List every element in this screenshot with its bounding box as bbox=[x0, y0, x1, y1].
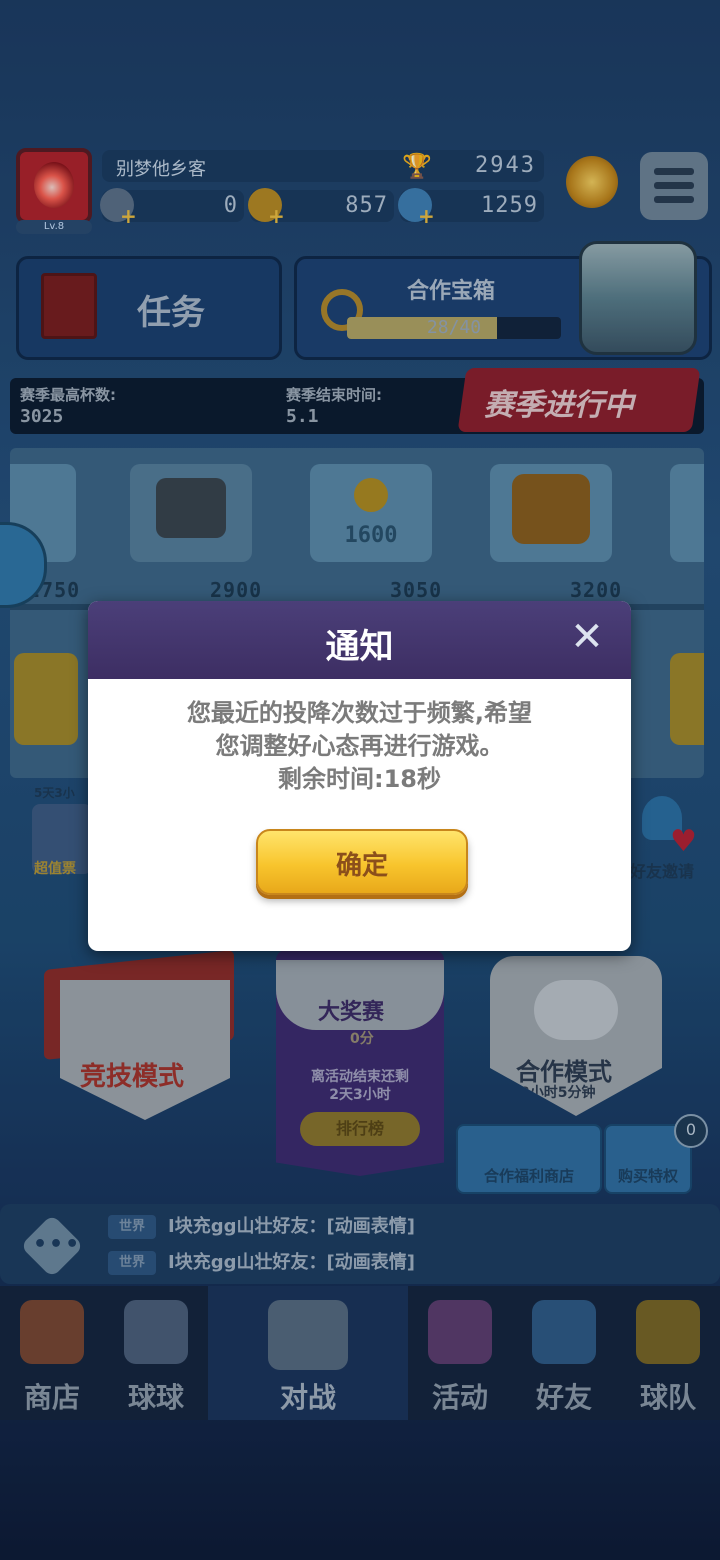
dialog-message-line: 您调整好心态再进行游戏。 bbox=[215, 732, 504, 760]
confirm-button-label: 确定 bbox=[335, 851, 388, 881]
dialog-message: 您最近的投降次数过于频繁,希望 您调整好心态再进行游戏。 剩余时间:18秒 bbox=[88, 697, 631, 796]
confirm-button[interactable]: 确定 bbox=[256, 829, 468, 895]
dialog-title: 通知 bbox=[325, 627, 394, 667]
dialog-header: 通知 ✕ bbox=[88, 601, 631, 679]
close-icon[interactable]: ✕ bbox=[567, 617, 607, 657]
dialog-message-line: 您最近的投降次数过于频繁,希望 bbox=[186, 699, 533, 727]
notice-dialog: 通知 ✕ 您最近的投降次数过于频繁,希望 您调整好心态再进行游戏。 剩余时间:1… bbox=[88, 601, 631, 951]
dialog-remaining-time: 剩余时间:18秒 bbox=[278, 765, 441, 793]
